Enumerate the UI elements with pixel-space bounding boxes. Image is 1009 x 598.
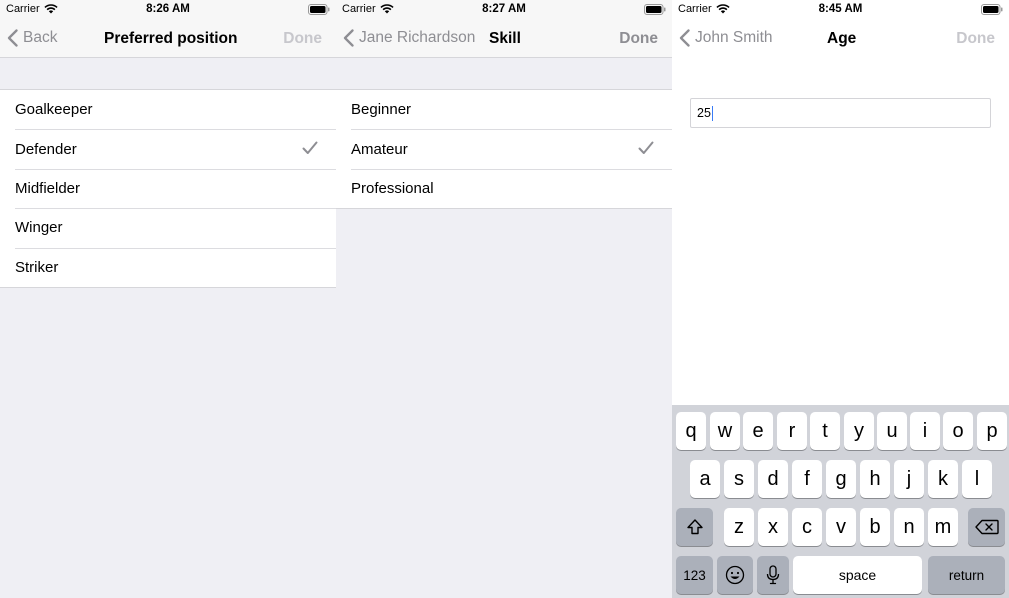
page-title: Skill: [489, 30, 521, 47]
key-s[interactable]: s: [724, 460, 754, 498]
checkmark-icon: [302, 141, 318, 155]
chevron-left-icon: [7, 29, 18, 47]
option-defender[interactable]: Defender: [0, 129, 336, 168]
status-bar: Carrier 8:27 AM: [336, 0, 672, 20]
option-label: Midfielder: [15, 179, 81, 197]
back-button[interactable]: John Smith: [679, 29, 773, 47]
battery-icon: [644, 4, 666, 15]
skill-options-list: Beginner Amateur Professional: [336, 89, 672, 210]
chevron-left-icon: [343, 29, 354, 47]
battery-icon: [308, 4, 330, 15]
key-p[interactable]: p: [977, 412, 1007, 450]
option-beginner[interactable]: Beginner: [336, 90, 672, 129]
key-m[interactable]: m: [928, 508, 958, 546]
option-label: Striker: [15, 258, 59, 276]
key-e[interactable]: e: [743, 412, 773, 450]
key-q[interactable]: q: [676, 412, 706, 450]
option-label: Amateur: [351, 140, 408, 158]
option-label: Goalkeeper: [15, 101, 93, 119]
option-label: Winger: [15, 219, 63, 237]
chevron-left-icon: [679, 29, 690, 47]
key-n[interactable]: n: [894, 508, 924, 546]
key-l[interactable]: l: [962, 460, 992, 498]
age-input-value: 25: [697, 106, 711, 120]
key-y[interactable]: y: [844, 412, 874, 450]
text-cursor: [711, 105, 713, 121]
page-title: Preferred position: [104, 30, 238, 47]
keyboard: q w e r t y u i o p a s d f g h j k l z …: [672, 405, 1009, 598]
key-a[interactable]: a: [690, 460, 720, 498]
status-time: 8:26 AM: [146, 3, 190, 15]
delete-icon: [974, 519, 999, 535]
option-label: Defender: [15, 140, 77, 158]
key-c[interactable]: c: [792, 508, 822, 546]
navigation-bar: Jane Richardson Skill Done: [336, 20, 672, 58]
navigation-bar: John Smith Age Done: [672, 20, 1009, 58]
option-midfielder[interactable]: Midfielder: [0, 168, 336, 208]
preferred-position-screen: Carrier 8:26 AM Back Preferred position …: [0, 0, 336, 598]
delete-key[interactable]: [968, 508, 1005, 546]
done-button[interactable]: Done: [283, 30, 322, 48]
back-button[interactable]: Jane Richardson: [343, 29, 475, 47]
key-i[interactable]: i: [910, 412, 940, 450]
key-g[interactable]: g: [826, 460, 856, 498]
option-winger[interactable]: Winger: [0, 208, 336, 247]
space-key[interactable]: space: [793, 556, 922, 594]
key-o[interactable]: o: [943, 412, 973, 450]
back-button[interactable]: Back: [7, 29, 57, 47]
key-d[interactable]: d: [758, 460, 788, 498]
return-key[interactable]: return: [928, 556, 1005, 594]
done-button[interactable]: Done: [956, 30, 995, 48]
key-z[interactable]: z: [724, 508, 754, 546]
option-striker[interactable]: Striker: [0, 247, 336, 287]
back-label: Jane Richardson: [359, 29, 476, 46]
battery-icon: [981, 4, 1003, 15]
status-time: 8:45 AM: [818, 3, 863, 15]
back-label: John Smith: [695, 29, 773, 46]
option-label: Beginner: [351, 101, 412, 119]
shift-key[interactable]: [676, 508, 713, 546]
numbers-key[interactable]: 123: [676, 556, 713, 594]
key-r[interactable]: r: [777, 412, 807, 450]
status-bar: Carrier 8:45 AM: [672, 0, 1009, 20]
emoji-key[interactable]: [717, 556, 753, 594]
page-title: Age: [827, 30, 857, 47]
option-amateur[interactable]: Amateur: [336, 129, 672, 168]
key-k[interactable]: k: [928, 460, 958, 498]
navigation-bar: Back Preferred position Done: [0, 20, 336, 58]
status-time: 8:27 AM: [482, 3, 526, 15]
position-options-list: Goalkeeper Defender Midfielder Winger St…: [0, 89, 336, 288]
key-x[interactable]: x: [758, 508, 788, 546]
key-b[interactable]: b: [860, 508, 890, 546]
option-label: Professional: [351, 179, 434, 197]
microphone-icon: [766, 565, 780, 585]
key-j[interactable]: j: [894, 460, 924, 498]
age-input[interactable]: 25: [690, 98, 991, 128]
age-screen: Carrier 8:45 AM John Smith Age Done 25 q…: [672, 0, 1009, 598]
key-h[interactable]: h: [860, 460, 890, 498]
dictation-key[interactable]: [757, 556, 789, 594]
key-v[interactable]: v: [826, 508, 856, 546]
option-goalkeeper[interactable]: Goalkeeper: [0, 90, 336, 129]
option-professional[interactable]: Professional: [336, 168, 672, 208]
back-label: Back: [23, 29, 58, 46]
skill-screen: Carrier 8:27 AM Jane Richardson Skill Do…: [336, 0, 672, 598]
emoji-icon: [725, 565, 745, 585]
status-bar: Carrier 8:26 AM: [0, 0, 336, 20]
key-f[interactable]: f: [792, 460, 822, 498]
done-button[interactable]: Done: [619, 30, 658, 48]
shift-icon: [686, 519, 703, 535]
checkmark-icon: [638, 141, 654, 155]
key-w[interactable]: w: [710, 412, 740, 450]
key-t[interactable]: t: [810, 412, 840, 450]
key-u[interactable]: u: [877, 412, 907, 450]
